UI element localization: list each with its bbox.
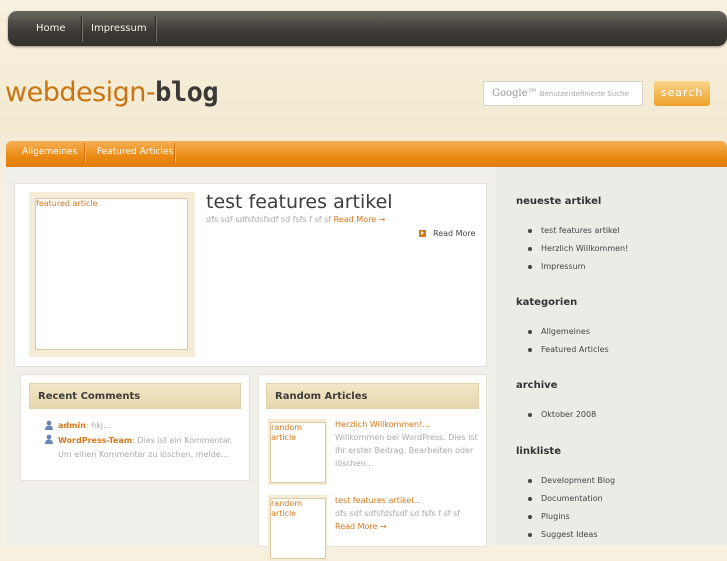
sidebar-link-item[interactable]: Development Blog <box>528 476 615 485</box>
search-button[interactable]: search <box>654 81 710 106</box>
user-icon <box>45 420 53 430</box>
sidebar-link-item[interactable]: Suggest Ideas <box>528 530 598 539</box>
category-navigation: Allgemeines Featured Articles <box>6 141 727 167</box>
search-input[interactable]: Google™ Benutzerdefinierte Suche <box>483 81 643 106</box>
sidebar-link-label: Development Blog <box>541 476 616 485</box>
random-article-title-link[interactable]: Herzlich Willkommen!... <box>335 418 480 431</box>
comment-author-link[interactable]: admin <box>58 421 86 430</box>
sidebar-link-label: test features artikel <box>541 226 620 235</box>
sidebar-link-item[interactable]: Plugins <box>528 512 570 521</box>
comment-text: : hkj... <box>85 421 111 430</box>
recent-comments-title: Recent Comments <box>29 383 241 409</box>
comment-item: WordPress-Team: Dies ist ein Kommentar. … <box>58 434 238 462</box>
read-more-label: Read More <box>433 229 476 238</box>
excerpt-read-more-link[interactable]: Read More → <box>334 215 386 224</box>
sidebar-link-item[interactable]: Documentation <box>528 494 603 503</box>
featured-article-image[interactable]: featured article <box>35 198 188 350</box>
sidebar-link-label: Plugins <box>541 512 570 521</box>
random-article-thumbnail[interactable]: random article <box>270 498 326 559</box>
comment-author-link[interactable]: WordPress-Team <box>58 436 132 445</box>
comment-item: admin: hkj... <box>58 419 238 433</box>
sidebar-link-label: Documentation <box>541 494 603 503</box>
search-placeholder: Benutzerdefinierte Suche <box>539 90 629 98</box>
cat-featured-articles-link[interactable]: Featured Articles <box>97 141 173 163</box>
nav-home-link[interactable]: Home <box>36 11 66 46</box>
cat-divider <box>174 143 176 163</box>
random-article-thumbnail[interactable]: random article <box>270 422 326 483</box>
user-icon <box>45 434 53 444</box>
logo-text-secondary: blog <box>155 77 219 108</box>
random-article-thumb-frame: random article <box>268 419 327 485</box>
sidebar-newest-item[interactable]: Impressum <box>528 262 585 271</box>
random-article-excerpt: dfs sdf sdfsfdsfsdf sd fsfs f sf sf <box>335 509 461 518</box>
sidebar-category-item[interactable]: Featured Articles <box>528 345 609 354</box>
nav-impressum-link[interactable]: Impressum <box>91 11 147 46</box>
random-article-item: test features artikel... dfs sdf sdfsfds… <box>335 494 480 533</box>
random-article-title-link[interactable]: test features artikel... <box>335 494 480 507</box>
sidebar-link-label: Featured Articles <box>541 345 609 354</box>
logo-text-primary: webdesign- <box>5 77 156 108</box>
cat-divider <box>84 143 86 163</box>
random-article-item: Herzlich Willkommen!... Willkommen bei W… <box>335 418 480 470</box>
featured-article-excerpt: dfs sdf sdfsfdsfsdf sd fsfs f sf sf Read… <box>206 215 385 224</box>
read-more-button[interactable]: Read More <box>419 229 475 238</box>
archive-heading: archive <box>516 380 558 391</box>
sidebar-link-label: Suggest Ideas <box>541 530 598 539</box>
categories-heading: kategorien <box>516 297 578 308</box>
featured-article-title[interactable]: test features artikel <box>206 191 393 213</box>
cat-allgemeines-link[interactable]: Allgemeines <box>22 141 77 163</box>
nav-divider <box>155 16 157 42</box>
top-navigation: Home Impressum <box>8 11 727 46</box>
sidebar-link-label: Oktober 2008 <box>541 410 597 419</box>
random-article-read-more-link[interactable]: Read More → <box>335 522 387 531</box>
random-article-thumb-frame: random article <box>268 495 327 561</box>
play-icon <box>419 230 426 237</box>
nav-divider <box>81 16 83 42</box>
sidebar-newest-item[interactable]: test features artikel <box>528 226 620 235</box>
sidebar-newest-item[interactable]: Herzlich Willkommen! <box>528 244 628 253</box>
sidebar-link-label: Herzlich Willkommen! <box>541 244 629 253</box>
site-logo[interactable]: webdesign-blog <box>5 76 219 110</box>
random-articles-title: Random Articles <box>266 383 479 409</box>
sidebar-background <box>496 167 727 545</box>
sidebar-archive-item[interactable]: Oktober 2008 <box>528 410 596 419</box>
excerpt-text: dfs sdf sdfsfdsfsdf sd fsfs f sf sf <box>206 215 332 224</box>
linklist-heading: linkliste <box>516 446 561 457</box>
sidebar-link-label: Allgemeines <box>541 327 591 336</box>
random-article-excerpt: Willkommen bei WordPress. Dies ist Ihr e… <box>335 433 478 468</box>
sidebar-link-label: Impressum <box>541 262 586 271</box>
google-label: Google™ <box>492 88 538 99</box>
newest-articles-heading: neueste artikel <box>516 196 602 207</box>
sidebar-category-item[interactable]: Allgemeines <box>528 327 590 336</box>
